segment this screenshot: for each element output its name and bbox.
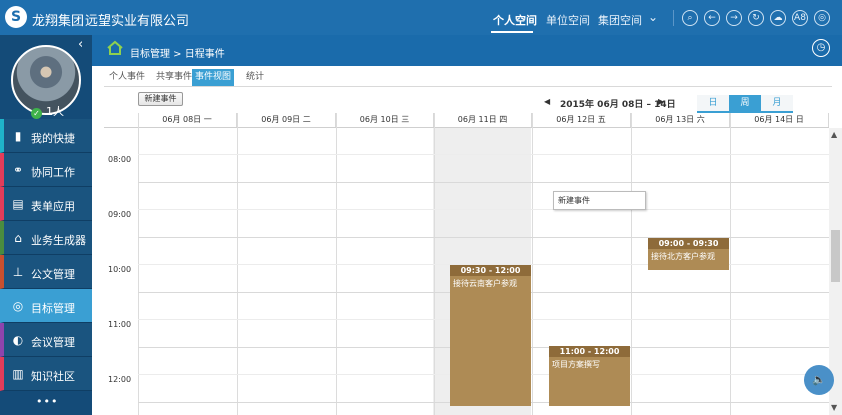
calendar-event[interactable]: 09:30 - 12:00 接待云南客户参观 xyxy=(450,265,531,406)
refresh-icon[interactable]: ↻ xyxy=(748,10,764,26)
event-time: 11:00 - 12:00 xyxy=(549,346,630,357)
top-bar: S 龙翔集团 远望实业有限公司 个人空间 单位空间 集团空间 ⌄ ⌕ ← → ↻… xyxy=(0,0,842,35)
day-header-mon[interactable]: 06月 08日 一 xyxy=(138,113,237,127)
settings-icon[interactable]: ◎ xyxy=(814,10,830,26)
sidebar-item-label: 公文管理 xyxy=(31,268,75,281)
collapse-sidebar-icon[interactable]: ‹ xyxy=(78,37,83,52)
sidebar-item-label: 知识社区 xyxy=(31,370,75,383)
tab-personal-events[interactable]: 个人事件 xyxy=(106,69,148,86)
day-header-sun[interactable]: 06月 14日 日 xyxy=(730,113,829,127)
grid-hline xyxy=(138,154,829,155)
sidebar-item-forms[interactable]: ▤ 表单应用 xyxy=(0,187,92,221)
company-name: 远望实业有限公司 xyxy=(85,14,190,29)
header-divider xyxy=(104,127,829,128)
sidebar-menu: ▮ 我的快捷 ⚭ 协同工作 ▤ 表单应用 ⌂ 业务生成器 ⊥ 公文管理 ◎ 目标… xyxy=(0,119,92,391)
event-time: 09:30 - 12:00 xyxy=(450,265,531,276)
sidebar-item-collaboration[interactable]: ⚭ 协同工作 xyxy=(0,153,92,187)
nav-tab-personal-space[interactable]: 个人空间 xyxy=(493,12,537,28)
target-icon: ◎ xyxy=(12,299,24,313)
meeting-icon: ◐ xyxy=(12,333,24,347)
sidebar-item-label: 目标管理 xyxy=(31,302,75,315)
tab-statistics[interactable]: 统计 xyxy=(243,69,267,86)
view-day-button[interactable]: 日 xyxy=(697,95,729,111)
cloud-icon[interactable]: ☁ xyxy=(770,10,786,26)
check-icon: ✓ xyxy=(31,108,42,119)
sidebar-item-meetings[interactable]: ◐ 会议管理 xyxy=(0,323,92,357)
brand-name: 龙翔集团 xyxy=(32,14,85,29)
breadcrumb-bar: 目标管理 > 日程事件 ◷ xyxy=(92,35,842,66)
speaker-icon[interactable]: 🔈 xyxy=(804,365,834,395)
tab-shared-events[interactable]: 共享事件 xyxy=(153,69,195,86)
main-panel: 目标管理 > 日程事件 ◷ 个人事件 共享事件 事件视图 统计 新建事件 ◀ 2… xyxy=(92,35,842,415)
grid-hline xyxy=(138,209,829,210)
back-icon[interactable]: ← xyxy=(704,10,720,26)
sidebar-item-business-generator[interactable]: ⌂ 业务生成器 xyxy=(0,221,92,255)
house-icon: ⌂ xyxy=(14,231,22,245)
sidebar-item-label: 会议管理 xyxy=(31,336,75,349)
stamp-icon: ⊥ xyxy=(12,265,24,279)
sidebar-item-label: 业务生成器 xyxy=(31,234,86,247)
sidebar: ‹ ✓ 1人 ▮ 我的快捷 ⚭ 协同工作 ▤ 表单应用 ⌂ 业务生成器 ⊥ 公文管… xyxy=(0,35,92,415)
new-event-popup[interactable]: 新建事件 xyxy=(553,191,646,210)
calendar-event[interactable]: 09:00 - 09:30 接待北方客户参观 xyxy=(648,238,729,270)
time-label: 11:00 xyxy=(108,320,132,329)
scroll-down-icon[interactable]: ▼ xyxy=(831,403,837,412)
form-icon: ▤ xyxy=(12,197,24,211)
nav-active-indicator xyxy=(491,31,533,33)
week-calendar-grid: 06月 08日 一 06月 09日 二 06月 10日 三 06月 11日 四 … xyxy=(104,113,829,415)
scroll-thumb[interactable] xyxy=(831,230,840,282)
nav-tab-group-space[interactable]: 集团空间 xyxy=(598,12,642,28)
day-header-thu[interactable]: 06月 11日 四 xyxy=(434,113,532,127)
sidebar-item-knowledge[interactable]: ▥ 知识社区 xyxy=(0,357,92,391)
event-time: 09:00 - 09:30 xyxy=(648,238,729,249)
book-icon: ▥ xyxy=(12,367,24,381)
day-header-tue[interactable]: 06月 09日 二 xyxy=(237,113,336,127)
search-icon[interactable]: ⌕ xyxy=(682,10,698,26)
subtab-divider xyxy=(104,86,832,87)
event-title: 接待北方客户参观 xyxy=(651,252,715,261)
clock-icon[interactable]: ◷ xyxy=(812,39,830,57)
bookmark-icon: ▮ xyxy=(14,129,22,143)
next-week-icon[interactable]: ▶ xyxy=(658,97,664,106)
breadcrumb: 目标管理 > 日程事件 xyxy=(130,49,225,60)
more-menu-button[interactable]: ••• xyxy=(36,395,58,408)
time-label: 09:00 xyxy=(108,210,132,219)
sidebar-item-label: 表单应用 xyxy=(31,200,75,213)
user-count-label: 1人 xyxy=(46,105,64,118)
prev-week-icon[interactable]: ◀ xyxy=(544,97,550,106)
new-event-button[interactable]: 新建事件 xyxy=(138,92,183,106)
sidebar-item-documents[interactable]: ⊥ 公文管理 xyxy=(0,255,92,289)
sidebar-item-shortcuts[interactable]: ▮ 我的快捷 xyxy=(0,119,92,153)
calendar-event[interactable]: 11:00 - 12:00 项目方案撰写 xyxy=(549,346,630,406)
time-label: 08:00 xyxy=(108,155,132,164)
toolbar-divider xyxy=(673,10,674,26)
sidebar-item-label: 协同工作 xyxy=(31,166,75,179)
grid-hline xyxy=(138,182,829,183)
forward-icon[interactable]: → xyxy=(726,10,742,26)
day-header-fri[interactable]: 06月 12日 五 xyxy=(532,113,631,127)
view-month-button[interactable]: 月 xyxy=(761,95,793,111)
sidebar-item-label: 我的快捷 xyxy=(31,132,75,145)
sidebar-item-goal-management[interactable]: ◎ 目标管理 xyxy=(0,289,92,323)
event-title: 接待云南客户参观 xyxy=(453,279,517,288)
home-icon[interactable] xyxy=(106,39,124,57)
scroll-up-icon[interactable]: ▲ xyxy=(831,130,837,139)
logo-icon: S xyxy=(5,6,27,28)
tab-event-view[interactable]: 事件视图 xyxy=(192,69,235,86)
online-user-count[interactable]: ✓ 1人 xyxy=(31,103,64,119)
event-title: 项目方案撰写 xyxy=(552,360,600,369)
time-label: 10:00 xyxy=(108,265,132,274)
chevron-down-icon[interactable]: ⌄ xyxy=(648,10,658,24)
font-size-icon[interactable]: A8 xyxy=(792,10,808,26)
day-header-sat[interactable]: 06月 13日 六 xyxy=(631,113,730,127)
view-week-button[interactable]: 周 xyxy=(729,95,761,111)
time-label: 12:00 xyxy=(108,375,132,384)
collaboration-icon: ⚭ xyxy=(12,163,24,177)
nav-tab-unit-space[interactable]: 单位空间 xyxy=(546,12,590,28)
day-header-wed[interactable]: 06月 10日 三 xyxy=(336,113,434,127)
